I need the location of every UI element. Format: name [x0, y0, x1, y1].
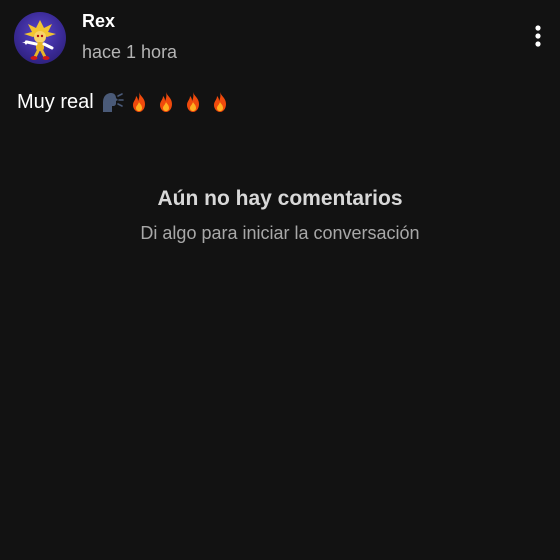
author-avatar[interactable]	[14, 12, 66, 64]
post-timestamp: hace 1 hora	[82, 42, 178, 62]
empty-comments-subtitle: Di algo para iniciar la conversación	[140, 223, 420, 243]
sonic-character-avatar-icon	[22, 20, 56, 60]
comments-empty-state: Aún no hay comentarios Di algo para inic…	[0, 184, 560, 244]
post-emojis	[100, 90, 235, 114]
post-header: Rex hace 1 hora	[0, 0, 560, 70]
author-name[interactable]: Rex	[82, 10, 115, 32]
post-body: Muy real	[17, 88, 235, 116]
fire-emoji-icon	[181, 90, 205, 114]
fire-emoji-icon	[208, 90, 232, 114]
fire-emoji-icon	[154, 90, 178, 114]
speaking-head-emoji-icon	[100, 90, 124, 114]
post-text: Muy real	[17, 91, 94, 113]
more-options-button[interactable]	[524, 22, 552, 52]
empty-comments-title: Aún no hay comentarios	[157, 187, 403, 210]
more-vertical-icon	[535, 25, 541, 47]
fire-emoji-icon	[127, 90, 151, 114]
